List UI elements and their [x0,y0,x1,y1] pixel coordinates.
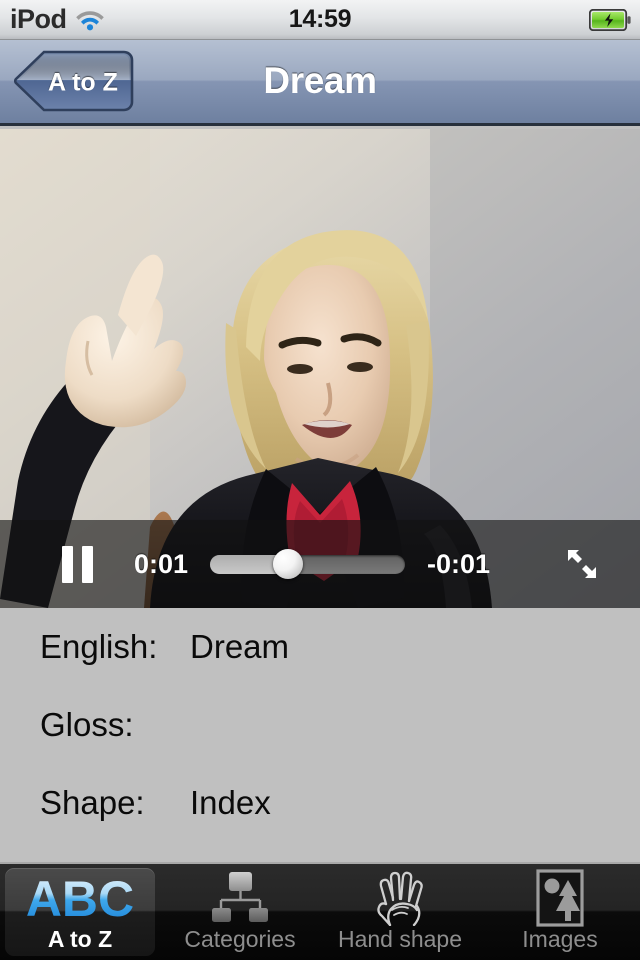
remaining-time: -0:01 [427,548,491,579]
tab-label-images: Images [522,926,598,952]
video-player[interactable]: 0:01 -0:01 [0,129,640,608]
picture-icon [535,869,585,927]
tab-images[interactable]: Images [480,864,640,960]
status-bar-clock: 14:59 [288,5,352,33]
tab-categories[interactable]: Categories [160,864,320,960]
tab-bar: ABC A to Z Categories Hand shape Images [0,862,640,960]
info-row-english: English: Dream [0,628,640,706]
app-screen: iPod 14:59 A to Z Dream 0:01 -0:01 Engli… [0,0,640,960]
info-value-shape: Index [190,784,271,821]
player-controls: 0:01 -0:01 [0,520,640,608]
navigation-bar: A to Z Dream [0,40,640,126]
fullscreen-expand-icon[interactable] [562,544,602,584]
scrubber-knob[interactable] [273,549,304,579]
tab-label-categories: Categories [184,926,296,952]
word-details-panel: English: Dream Gloss: Shape: Index [0,608,640,862]
status-bar: iPod 14:59 [0,0,640,40]
playback-scrubber[interactable] [210,549,406,579]
elapsed-time: 0:01 [134,548,189,579]
svg-text:ABC: ABC [26,872,134,924]
abc-icon: ABC [24,870,136,926]
tab-label-hand-shape: Hand shape [337,926,463,952]
page-title: Dream [263,59,377,101]
tab-label-a-to-z: A to Z [47,926,113,952]
info-label-shape: Shape: [40,784,145,821]
tab-hand-shape[interactable]: Hand shape [320,864,480,960]
info-label-gloss: Gloss: [40,706,134,743]
status-bar-right [589,8,631,31]
hand-icon [370,870,430,926]
pause-icon[interactable] [62,545,93,583]
info-value-english: Dream [190,628,290,665]
org-chart-icon [210,870,270,926]
info-row-shape: Shape: Index [0,784,640,862]
info-label-english: English: [40,628,158,665]
pause-bar-right [82,545,93,583]
info-row-gloss: Gloss: [0,706,640,784]
battery-charging-icon [589,8,631,31]
pause-bar-left [62,545,73,583]
tab-a-to-z[interactable]: ABC A to Z [0,864,160,960]
